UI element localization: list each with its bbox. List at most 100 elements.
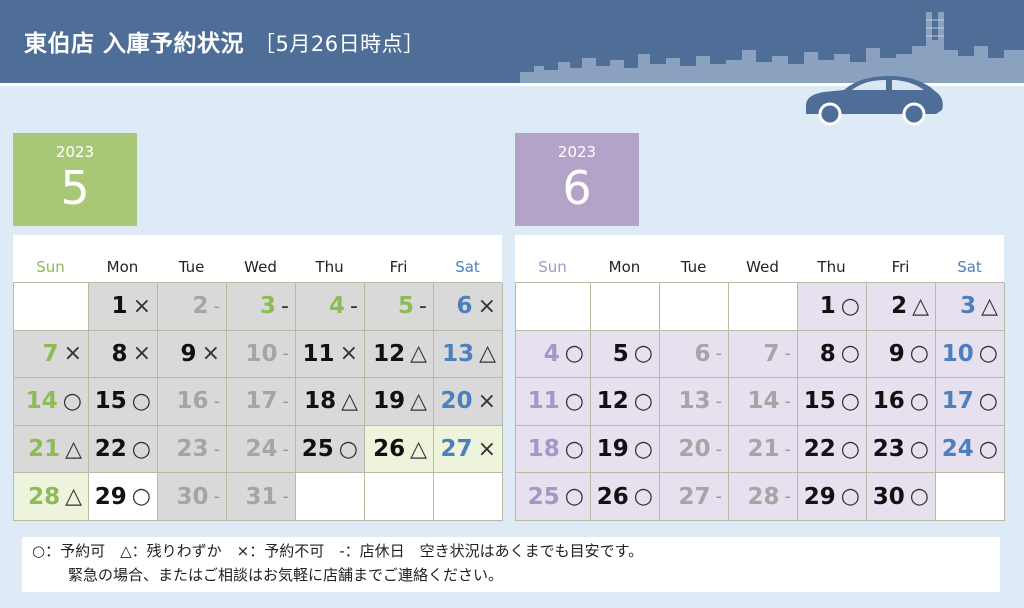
day-cell: 11 ○ — [516, 378, 591, 426]
day-number: 9 — [180, 340, 197, 367]
day-cell: 27 × — [434, 425, 503, 474]
as-of-date: ［5月26日時点］ — [254, 32, 425, 56]
day-number: 26 — [596, 483, 629, 510]
day-cell: 13- — [660, 378, 729, 426]
weekday-wed: Wed — [746, 258, 779, 276]
day-cell: 20 × — [434, 378, 503, 426]
calendar-grid-may: 1 × 2-3-4-5-6 × 7 × 8 × 9 × 10-11 × 12 △ 13 △ 14 ○ 15 ○ 16-1… — [13, 282, 503, 521]
day-cell: 10 ○ — [936, 330, 1005, 379]
availability-mark: △ — [410, 436, 427, 462]
day-cell: 30 ○ — [867, 473, 936, 521]
day-number: 28 — [747, 483, 780, 510]
day-cell: 17 ○ — [936, 378, 1005, 426]
weekday-sat: Sat — [957, 258, 982, 276]
day-number: 7 — [763, 340, 780, 367]
calendar-may: Sun Mon Tue Wed Thu Fri Sat 1 × 2-3-4-5-6 ×… — [13, 235, 503, 521]
weekday-mon: Mon — [608, 258, 641, 276]
empty-day-cell — [729, 283, 798, 331]
day-cell: 4- — [296, 283, 365, 331]
availability-mark: - — [784, 343, 792, 365]
day-cell: 29 ○ — [89, 473, 158, 521]
availability-mark: ○ — [978, 341, 998, 367]
day-number: 11 — [527, 388, 560, 415]
availability-mark: ○ — [131, 484, 151, 510]
day-number: 11 — [302, 340, 335, 367]
availability-mark: ○ — [840, 293, 860, 319]
day-number: 7 — [42, 340, 59, 367]
availability-mark: ○ — [564, 341, 584, 367]
day-number: 16 — [176, 388, 209, 415]
availability-mark: × — [339, 341, 358, 367]
legend-line: ○：予約可 △：残りわずか ×：予約不可 -：店休日 空き状況はあくまでも目安で… — [32, 542, 644, 560]
day-number: 6 — [456, 293, 473, 320]
day-cell: 10- — [227, 330, 296, 379]
availability-mark: - — [281, 293, 289, 319]
day-cell: 15 ○ — [798, 378, 867, 426]
day-number: 22 — [803, 436, 836, 463]
car-icon — [806, 76, 943, 126]
legend-notice: ○：予約可 △：残りわずか ×：予約不可 -：店休日 空き状況はあくまでも目安で… — [22, 537, 1000, 592]
day-cell: 30- — [158, 473, 227, 521]
availability-mark: ○ — [633, 436, 653, 462]
availability-mark: ○ — [909, 341, 929, 367]
day-number: 12 — [596, 388, 629, 415]
day-cell: 6- — [660, 330, 729, 379]
weekday-fri: Fri — [891, 258, 910, 276]
day-cell: 12 ○ — [591, 378, 660, 426]
day-number: 10 — [941, 340, 974, 367]
day-cell: 2- — [158, 283, 227, 331]
availability-mark: ○ — [131, 436, 151, 462]
day-cell: 1 × — [89, 283, 158, 331]
weekday-tue: Tue — [680, 258, 707, 276]
day-number: 2 — [192, 293, 209, 320]
availability-mark: ○ — [633, 388, 653, 414]
availability-mark: × — [132, 341, 151, 367]
year-label: 2023 — [557, 143, 597, 161]
day-cell: 4 ○ — [516, 330, 591, 379]
store-title: 東伯店 入庫予約状況 — [24, 31, 245, 57]
day-number: 19 — [373, 388, 406, 415]
day-number: 29 — [94, 483, 127, 510]
availability-mark: ○ — [564, 436, 584, 462]
day-cell: 14 ○ — [14, 378, 89, 426]
day-cell: 23- — [158, 425, 227, 474]
availability-mark: - — [784, 390, 792, 412]
day-number: 26 — [373, 436, 406, 463]
day-cell: 18 △ — [296, 378, 365, 426]
day-number: 10 — [245, 340, 278, 367]
day-number: 13 — [442, 340, 475, 367]
weekday-tue: Tue — [178, 258, 205, 276]
availability-mark: ○ — [131, 388, 151, 414]
day-number: 23 — [176, 436, 209, 463]
weekday-thu: Thu — [817, 258, 846, 276]
empty-day-cell — [591, 283, 660, 331]
availability-mark: × — [201, 341, 220, 367]
empty-day-cell — [296, 473, 365, 521]
weekday-header-row: Sun Mon Tue Wed Thu Fri Sat — [515, 235, 1004, 282]
weekday-sun: Sun — [538, 258, 567, 276]
availability-mark: ○ — [978, 388, 998, 414]
day-cell: 6 × — [434, 283, 503, 331]
day-number: 31 — [245, 483, 278, 510]
month-label-june: 2023 6 — [515, 133, 639, 226]
availability-mark: △ — [341, 388, 358, 414]
availability-mark: ○ — [909, 484, 929, 510]
day-cell: 22 ○ — [798, 425, 867, 474]
day-cell: 26 △ — [365, 425, 434, 474]
availability-mark: × — [63, 341, 82, 367]
availability-mark: △ — [65, 436, 82, 462]
day-number: 30 — [176, 483, 209, 510]
availability-mark: - — [213, 295, 221, 317]
empty-day-cell — [14, 283, 89, 331]
day-cell: 3- — [227, 283, 296, 331]
day-number: 20 — [440, 388, 473, 415]
day-number: 8 — [111, 340, 128, 367]
contact-note: 緊急の場合、またはご相談はお気軽に店舗までご連絡ください。 — [68, 566, 504, 584]
day-cell: 11 × — [296, 330, 365, 379]
page-title: 東伯店 入庫予約状況 ［5月26日時点］ — [24, 24, 425, 58]
day-cell: 28 △ — [14, 473, 89, 521]
day-number: 24 — [245, 436, 278, 463]
calendar-grid-june: 1 ○ 2 △ 3 △ 4 ○ 5 ○ 6-7-8 ○ 9 ○ 10 ○ 11 ○ 12 ○ 13-14-15 ○ 16 ○ 1… — [515, 282, 1005, 521]
day-number: 17 — [941, 388, 974, 415]
weekday-sat: Sat — [455, 258, 480, 276]
